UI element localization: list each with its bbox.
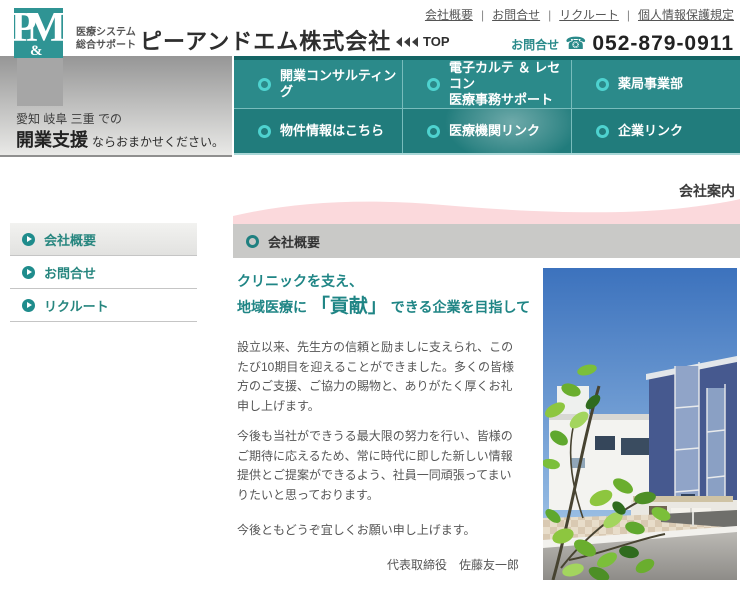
- logo-tagline: 医療システム 総合サポート: [76, 26, 136, 52]
- arrow-circle-icon: [22, 298, 35, 312]
- heading-line2-pre: 地域医療に: [237, 299, 307, 315]
- section-header: 会社概要: [233, 224, 740, 258]
- greeting-text: 設立以来、先生方の信頼と励ましに支えられ、このたび10期目を迎えることができまし…: [237, 338, 519, 575]
- header-contact: お問合せ ☎ 052-879-0911: [511, 32, 734, 56]
- heading-line1: クリニックを支え、: [237, 273, 363, 289]
- support-rest: ならおまかせください。: [92, 135, 225, 149]
- tagline-line1: 医療システム: [76, 27, 136, 38]
- top-link-contact[interactable]: お問合せ: [492, 6, 540, 23]
- page-heading: クリニックを支え、 地域医療に 「貢献」 できる企業を目指して: [237, 269, 530, 320]
- ring-bullet-icon: [246, 234, 259, 248]
- nav-item-corporate-links[interactable]: 企業リンク: [572, 109, 740, 153]
- contact-label: お問合せ: [511, 37, 560, 52]
- heading-line2-post: できる企業を目指して: [390, 299, 531, 315]
- nav-item-ehr-support[interactable]: 電子カルテ ＆ レセコン 医療事務サポート: [403, 60, 571, 108]
- nav-label: 開業コンサルティング: [280, 68, 397, 99]
- company-logo[interactable]: P & M: [14, 8, 63, 58]
- nav-item-medical-links[interactable]: 医療機関リンク: [403, 109, 571, 153]
- paragraph: 今後も当社ができうる最大限の努力を行い、皆様のご期待に応えるため、常に時代に即し…: [237, 429, 513, 502]
- sidebar-menu: 会社概要 お問合せ リクルート: [10, 223, 197, 322]
- tagline-line2: 総合サポート: [76, 40, 136, 51]
- sidebar-item-label: 会社概要: [44, 232, 97, 248]
- heading-line2: 地域医療に 「貢献」 できる企業を目指して: [237, 294, 530, 320]
- sidebar-item-recruit[interactable]: リクルート: [10, 289, 197, 322]
- nav-label: 物件情報はこちら: [280, 123, 385, 138]
- sidebar-item-company-overview[interactable]: 会社概要: [10, 223, 197, 256]
- page: 会社概要 お問合せ リクルート 個人情報保護規定 P & M 医療システム 総合…: [0, 0, 740, 591]
- nav-label-line2: 医療事務サポート: [449, 92, 554, 107]
- nav-item-opening-consulting[interactable]: 開業コンサルティング: [234, 60, 402, 108]
- arrow-circle-icon: [22, 232, 35, 246]
- divider: [548, 8, 551, 22]
- heading-line2-emphasis: 「貢献」: [310, 296, 387, 317]
- chevron-left-icon: [412, 36, 418, 47]
- nav-label-line1: 電子カルテ ＆ レセコン: [449, 60, 561, 91]
- company-name: ピーアンドエム株式会社: [140, 29, 392, 54]
- top-link-privacy-policy[interactable]: 個人情報保護規定: [638, 6, 734, 23]
- logo-shadow-block: [17, 58, 63, 106]
- chevron-left-icon: [404, 36, 410, 47]
- top-button-label: TOP: [423, 34, 450, 49]
- nav-label: 医療機関リンク: [449, 123, 541, 138]
- support-strong: 開業支援: [16, 130, 88, 150]
- region-text: 愛知 岐阜 三重 での: [16, 112, 123, 126]
- ring-bullet-icon: [427, 77, 440, 91]
- nav-label: 企業リンク: [618, 123, 684, 138]
- phone-number: 052-879-0911: [592, 32, 734, 55]
- ring-bullet-icon: [427, 124, 440, 138]
- sidebar-item-contact[interactable]: お問合せ: [10, 256, 197, 289]
- back-to-top-link[interactable]: TOP: [396, 34, 450, 49]
- top-link-recruit[interactable]: リクルート: [559, 6, 619, 23]
- support-text: 開業支援 ならおまかせください。: [16, 126, 224, 152]
- pink-wave-decoration: [233, 199, 740, 224]
- sidebar-item-label: お問合せ: [44, 265, 97, 281]
- section-title: 会社概要: [268, 234, 321, 250]
- divider: [481, 8, 484, 22]
- nav-label: 薬局事業部: [618, 76, 684, 91]
- sidebar-item-label: リクルート: [44, 298, 109, 314]
- nav-item-pharmacy-division[interactable]: 薬局事業部: [572, 60, 740, 108]
- ring-bullet-icon: [258, 124, 271, 138]
- main-navigation: 開業コンサルティング 電子カルテ ＆ レセコン 医療事務サポート 薬局事業部 物件…: [234, 56, 740, 155]
- clinic-building-photo: [543, 268, 737, 580]
- phone-icon: ☎: [565, 34, 587, 53]
- arrow-circle-icon: [22, 265, 35, 279]
- nav-label: 電子カルテ ＆ レセコン 医療事務サポート: [449, 60, 571, 108]
- ring-bullet-icon: [596, 124, 609, 138]
- nav-item-property-info[interactable]: 物件情報はこちら: [234, 109, 402, 153]
- logo-letter-m: M: [26, 8, 63, 51]
- president-signature: 代表取締役 佐藤友一郎: [386, 557, 519, 572]
- ring-bullet-icon: [258, 77, 271, 91]
- paragraph: 今後ともどうぞ宜しくお願い申し上げます。: [237, 523, 476, 537]
- top-utility-links: 会社概要 お問合せ リクルート 個人情報保護規定: [425, 6, 734, 23]
- chevron-left-icon: [396, 36, 402, 47]
- paragraph: 設立以来、先生方の信頼と励ましに支えられ、このたび10期目を迎えることができまし…: [237, 340, 514, 413]
- ring-bullet-icon: [596, 77, 609, 91]
- divider: [627, 8, 630, 22]
- top-link-company-overview[interactable]: 会社概要: [425, 6, 473, 23]
